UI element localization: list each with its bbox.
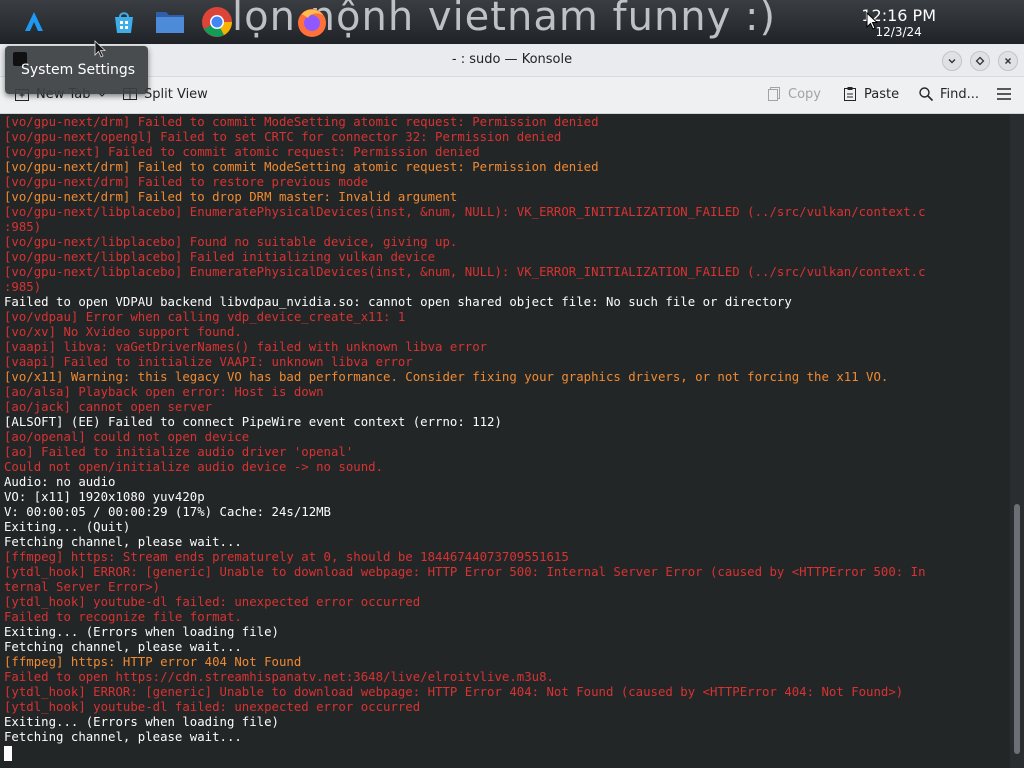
mouse-pointer-icon [866, 11, 879, 34]
terminal-line: [vo/gpu-next/drm] Failed to commit ModeS… [4, 160, 599, 174]
terminal-line: Could not open/initialize audio device -… [4, 460, 384, 474]
close-icon [1005, 58, 1011, 64]
hamburger-menu-icon [997, 88, 1011, 100]
scrollbar-thumb[interactable] [1014, 504, 1020, 754]
konsole-toolbar: New Tab Split View Copy Paste Find... [0, 77, 1024, 114]
tooltip-system-settings: System Settings [5, 46, 148, 94]
terminal-line: [vo/xv] No Xvideo support found. [4, 325, 242, 339]
terminal-line: Fetching channel, please wait... [4, 730, 242, 744]
maximize-icon [975, 56, 985, 66]
terminal-line: [vo/gpu-next/libplacebo] EnumeratePhysic… [4, 205, 926, 219]
terminal-lines: [vo/gpu-next/drm] Failed to commit ModeS… [4, 115, 926, 745]
discover-store-icon[interactable] [106, 4, 142, 40]
find-label: Find... [940, 86, 980, 102]
application-launcher-icon[interactable] [16, 4, 52, 40]
hamburger-menu-button[interactable] [996, 87, 1012, 101]
terminal-line: [vo/gpu-next/drm] Failed to drop DRM mas… [4, 190, 458, 204]
terminal-line: [ytdl_hook] youtube-dl failed: unexpecte… [4, 595, 421, 609]
terminal-line: Exiting... (Errors when loading file) [4, 715, 279, 729]
terminal-line: :985) [4, 280, 42, 294]
top-panel: lọn nộnh vietnam funny :) 12:16 PM 12/3/… [0, 0, 1024, 44]
copy-label: Copy [788, 86, 821, 102]
text-cursor [4, 746, 12, 761]
terminal-line: [ytdl_hook] ERROR: [generic] Unable to d… [4, 685, 904, 699]
terminal-line: [vaapi] Failed to initialize VAAPI: unkn… [4, 355, 413, 369]
terminal-output[interactable]: [vo/gpu-next/drm] Failed to commit ModeS… [0, 114, 1010, 768]
firefox-icon[interactable] [294, 4, 330, 40]
terminal-line: Fetching channel, please wait... [4, 535, 242, 549]
terminal-line: [ao/alsa] Playback open error: Host is d… [4, 385, 324, 399]
terminal-line: [vaapi] libva: vaGetDriverNames() failed… [4, 340, 488, 354]
terminal-line: [vo/gpu-next] Failed to commit atomic re… [4, 145, 480, 159]
terminal-line: [vo/gpu-next/drm] Failed to commit ModeS… [4, 115, 599, 129]
search-icon [919, 87, 934, 102]
terminal-line: [ytdl_hook] youtube-dl failed: unexpecte… [4, 700, 421, 714]
terminal-line: [vo/x11] Warning: this legacy VO has bad… [4, 370, 889, 384]
terminal-line: Exiting... (Errors when loading file) [4, 625, 279, 639]
paste-label: Paste [864, 86, 900, 102]
terminal-line: [ao/jack] cannot open server [4, 400, 213, 414]
terminal-line: :985) [4, 220, 42, 234]
terminal-line: [ffmpeg] https: HTTP error 404 Not Found [4, 655, 302, 669]
minimize-button[interactable] [942, 51, 962, 71]
file-manager-icon[interactable] [152, 4, 188, 40]
paste-button[interactable]: Paste [842, 86, 899, 102]
terminal-line: VO: [x11] 1920x1080 yuv420p [4, 490, 205, 504]
terminal-scrollbar[interactable] [1010, 114, 1024, 768]
close-button[interactable] [998, 51, 1018, 71]
terminal-line: [ao/openal] could not open device [4, 430, 250, 444]
terminal-line: [vo/gpu-next/drm] Failed to restore prev… [4, 175, 369, 189]
terminal-line: [ALSOFT] (EE) Failed to connect PipeWire… [4, 415, 502, 429]
terminal-line: Failed to open https://cdn.streamhispana… [4, 670, 554, 684]
terminal-line: [vo/gpu-next/libplacebo] EnumeratePhysic… [4, 265, 926, 279]
terminal-line: [vo/gpu-next/libplacebo] Found no suitab… [4, 235, 458, 249]
terminal-line: Failed to recognize file format. [4, 610, 242, 624]
terminal-line: [vo/gpu-next/opengl] Failed to set CRTC … [4, 130, 562, 144]
paste-icon [844, 87, 856, 101]
copy-icon [768, 87, 780, 101]
maximize-button[interactable] [970, 51, 990, 71]
chrome-icon[interactable] [199, 4, 235, 40]
terminal-line: [ffmpeg] https: Stream ends prematurely … [4, 550, 569, 564]
terminal-line: ternal Server Error>) [4, 580, 161, 594]
terminal-line: [vo/gpu-next/libplacebo] Failed initiali… [4, 250, 436, 264]
tooltip-text: System Settings [21, 62, 136, 78]
terminal-line: V: 00:00:05 / 00:00:29 (17%) Cache: 24s/… [4, 505, 331, 519]
terminal-line: [ytdl_hook] ERROR: [generic] Unable to d… [4, 565, 926, 579]
terminal-line: Failed to open VDPAU backend libvdpau_nv… [4, 295, 792, 309]
find-button[interactable]: Find... [918, 86, 979, 102]
copy-button[interactable]: Copy [766, 86, 821, 102]
terminal-line: [vo/vdpau] Error when calling vdp_device… [4, 310, 406, 324]
terminal-line: [ao] Failed to initialize audio driver '… [4, 445, 354, 459]
window-titlebar[interactable]: - : sudo — Konsole [0, 44, 1024, 77]
chevron-down-icon [948, 59, 956, 64]
terminal-line: Audio: no audio [4, 475, 116, 489]
terminal-line: Fetching channel, please wait... [4, 640, 242, 654]
window-title: - : sudo — Konsole [451, 52, 573, 67]
terminal-line: Exiting... (Quit) [4, 520, 131, 534]
split-view-label: Split View [144, 86, 208, 102]
mouse-pointer-icon [94, 40, 107, 62]
